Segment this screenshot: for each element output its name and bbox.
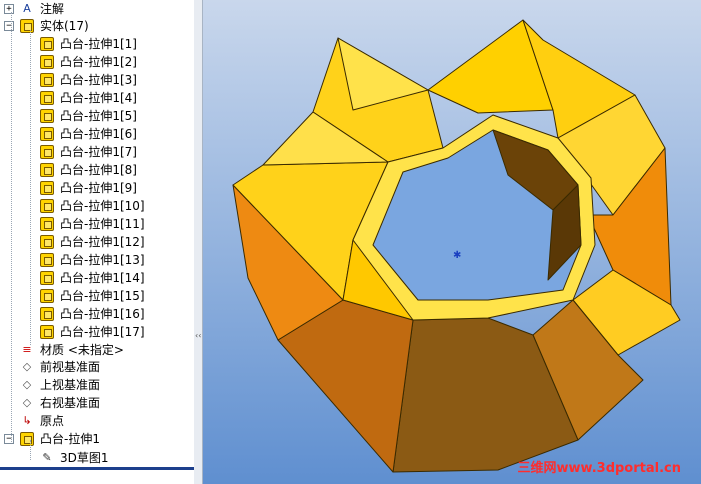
tree-item-body-label: 凸台-拉伸1[17] <box>60 325 145 339</box>
tree-item-body[interactable]: 凸台-拉伸1[14] <box>0 269 194 287</box>
solid-body-icon <box>40 217 54 231</box>
origin-marker: ✱ <box>453 250 461 261</box>
solid-body-icon <box>40 307 54 321</box>
plane-icon: ◇ <box>22 396 32 409</box>
solid-body-icon <box>40 199 54 213</box>
tree-item-body-label: 凸台-拉伸1[4] <box>60 91 137 105</box>
solid-body-icon <box>40 253 54 267</box>
solid-body-icon <box>40 289 54 303</box>
tree-item-body[interactable]: 凸台-拉伸1[15] <box>0 287 194 305</box>
tree-item-body-label: 凸台-拉伸1[13] <box>60 253 145 267</box>
tree-item-body[interactable]: 凸台-拉伸1[8] <box>0 161 194 179</box>
tree-item-body[interactable]: 凸台-拉伸1[4] <box>0 89 194 107</box>
tree-item-body[interactable]: 凸台-拉伸1[3] <box>0 71 194 89</box>
tree-item-front-plane[interactable]: ◇ 前视基准面 <box>0 358 194 376</box>
tree-item-annotations-label: 注解 <box>40 2 65 16</box>
tree-item-body-label: 凸台-拉伸1[14] <box>60 271 145 285</box>
solid-body-icon <box>40 271 54 285</box>
tree-item-body-label: 凸台-拉伸1[16] <box>60 307 145 321</box>
tree-item-origin[interactable]: ↳ 原点 <box>0 412 194 430</box>
solid-body-icon <box>40 163 54 177</box>
panel-splitter[interactable]: ‹‹ <box>194 0 203 484</box>
tree-item-material[interactable]: ≡ 材质 <未指定> <box>0 341 194 359</box>
tree-item-boss-extrude[interactable]: − 凸台-拉伸1 <box>0 430 194 448</box>
solid-body-icon <box>40 325 54 339</box>
tree-item-right-plane[interactable]: ◇ 右视基准面 <box>0 394 194 412</box>
tree-item-body[interactable]: 凸台-拉伸1[10] <box>0 197 194 215</box>
material-icon: ≡ <box>22 343 32 356</box>
expand-toggle-icon[interactable]: − <box>4 434 14 444</box>
tree-item-body-label: 凸台-拉伸1[7] <box>60 145 137 159</box>
annotation-icon: A <box>23 2 31 15</box>
tree-item-body[interactable]: 凸台-拉伸1[1] <box>0 35 194 53</box>
solid-body-icon <box>40 37 54 51</box>
tree-item-body[interactable]: 凸台-拉伸1[12] <box>0 233 194 251</box>
feature-manager-tree: + A 注解 − 实体(17) 凸台-拉伸1[1] 凸台-拉伸1[2] 凸台-拉伸1[3] 凸台… <box>0 0 195 484</box>
tree-item-body[interactable]: 凸台-拉伸1[9] <box>0 179 194 197</box>
watermark-text: 三维网www.3dportal.cn <box>517 461 681 476</box>
solid-body-icon <box>40 145 54 159</box>
tree-item-body[interactable]: 凸台-拉伸1[11] <box>0 215 194 233</box>
solid-body-icon <box>40 91 54 105</box>
tree-item-body[interactable]: 凸台-拉伸1[16] <box>0 305 194 323</box>
plane-icon: ◇ <box>22 360 32 373</box>
tree-item-material-label: 材质 <未指定> <box>40 343 124 357</box>
tree-item-solid-bodies-label: 实体(17) <box>40 19 89 33</box>
solid-body-icon <box>40 181 54 195</box>
tree-item-body-label: 凸台-拉伸1[12] <box>60 235 145 249</box>
collapse-panel-icon[interactable]: ‹‹ <box>195 332 201 340</box>
extrude-feature-icon <box>20 432 34 446</box>
tree-item-body-label: 凸台-拉伸1[9] <box>60 181 137 195</box>
tree-bottom-divider <box>0 467 194 470</box>
tree-item-front-plane-label: 前视基准面 <box>40 360 101 374</box>
solid-body-icon <box>40 109 54 123</box>
tree-item-body-label: 凸台-拉伸1[5] <box>60 109 137 123</box>
tree-item-body[interactable]: 凸台-拉伸1[6] <box>0 125 194 143</box>
tree-item-body-label: 凸台-拉伸1[15] <box>60 289 145 303</box>
solid-body-icon <box>40 73 54 87</box>
tree-item-body-label: 凸台-拉伸1[10] <box>60 199 145 213</box>
origin-icon: ↳ <box>22 414 32 427</box>
tree-item-body-label: 凸台-拉伸1[8] <box>60 163 137 177</box>
plane-icon: ◇ <box>22 378 32 391</box>
solid-body-icon <box>40 55 54 69</box>
tree-item-body-label: 凸台-拉伸1[11] <box>60 217 145 231</box>
tree-item-body-label: 凸台-拉伸1[2] <box>60 55 137 69</box>
tree-item-body[interactable]: 凸台-拉伸1[13] <box>0 251 194 269</box>
tree-item-body[interactable]: 凸台-拉伸1[17] <box>0 323 194 341</box>
expand-toggle-icon[interactable]: + <box>4 4 14 14</box>
tree-item-annotations[interactable]: + A 注解 <box>0 0 194 18</box>
tree-item-3d-sketch-label: 3D草图1 <box>60 451 109 465</box>
solid-body-icon <box>40 235 54 249</box>
3d-model: ✱ <box>232 19 681 473</box>
tree-item-body-label: 凸台-拉伸1[1] <box>60 37 137 51</box>
tree-item-boss-extrude-label: 凸台-拉伸1 <box>40 432 100 446</box>
tree-item-solid-bodies[interactable]: − 实体(17) <box>0 17 194 35</box>
tree-item-body[interactable]: 凸台-拉伸1[5] <box>0 107 194 125</box>
tree-item-top-plane[interactable]: ◇ 上视基准面 <box>0 376 194 394</box>
solid-bodies-folder-icon <box>20 19 34 33</box>
graphics-viewport[interactable]: ✱ 三维网www.3dportal.cn <box>203 0 701 484</box>
tree-item-body[interactable]: 凸台-拉伸1[7] <box>0 143 194 161</box>
tree-item-origin-label: 原点 <box>40 414 65 428</box>
tree-item-body-label: 凸台-拉伸1[3] <box>60 73 137 87</box>
tree-item-3d-sketch[interactable]: ✎ 3D草图1 <box>0 449 194 467</box>
tree-item-right-plane-label: 右视基准面 <box>40 396 101 410</box>
tree-item-top-plane-label: 上视基准面 <box>40 378 101 392</box>
solid-body-icon <box>40 127 54 141</box>
tree-item-body-label: 凸台-拉伸1[6] <box>60 127 137 141</box>
expand-toggle-icon[interactable]: − <box>4 21 14 31</box>
tree-item-body[interactable]: 凸台-拉伸1[2] <box>0 53 194 71</box>
sketch-icon: ✎ <box>42 451 52 464</box>
